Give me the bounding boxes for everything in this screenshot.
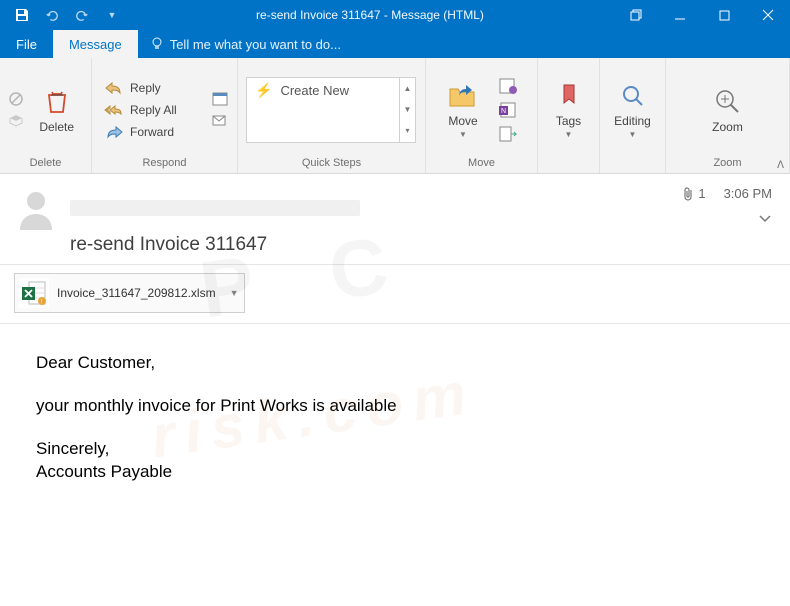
junk-icon[interactable] <box>8 113 24 129</box>
avatar <box>14 186 58 230</box>
paperclip-icon <box>682 187 694 201</box>
lightbulb-icon <box>150 37 164 51</box>
ribbon-tabs: File Message Tell me what you want to do… <box>0 30 790 58</box>
forward-icon <box>104 124 124 140</box>
minimize-button[interactable] <box>658 0 702 30</box>
body-greeting: Dear Customer, <box>36 352 754 375</box>
group-label-move: Move <box>434 157 529 171</box>
editing-button[interactable]: Editing ▼ <box>608 78 657 141</box>
onenote-icon[interactable]: N <box>498 101 518 119</box>
redo-button[interactable] <box>68 1 96 29</box>
lightning-icon: ⚡ <box>255 82 272 99</box>
collapse-ribbon-icon[interactable]: ᐱ <box>777 160 784 171</box>
reply-all-icon <box>104 102 124 118</box>
maximize-button[interactable] <box>702 0 746 30</box>
window-title: re-send Invoice 311647 - Message (HTML) <box>126 8 614 22</box>
attachment-indicator: 1 <box>682 186 705 201</box>
rules-icon[interactable] <box>498 77 518 95</box>
group-move: Move ▼ N Move <box>426 58 538 173</box>
qat-dropdown[interactable]: ▼ <box>98 1 126 29</box>
body-signature: Accounts Payable <box>36 461 754 484</box>
save-button[interactable] <box>8 1 36 29</box>
gallery-down[interactable]: ▼ <box>400 99 415 120</box>
excel-icon: ! <box>19 278 49 308</box>
gallery-more[interactable]: ▾ <box>400 120 415 141</box>
title-bar: ▼ re-send Invoice 311647 - Message (HTML… <box>0 0 790 30</box>
message-header: re-send Invoice 311647 1 3:06 PM <box>0 174 790 265</box>
body-line: your monthly invoice for Print Works is … <box>36 395 754 418</box>
attachment-dropdown-icon[interactable]: ▼ <box>224 288 239 298</box>
attachment-item[interactable]: ! Invoice_311647_209812.xlsm ▼ <box>14 273 245 313</box>
expand-header-icon[interactable] <box>758 214 772 224</box>
quick-access-toolbar: ▼ <box>0 1 126 29</box>
more-respond-icon[interactable] <box>211 113 229 131</box>
gallery-up[interactable]: ▲ <box>400 78 415 99</box>
forward-button[interactable]: Forward <box>100 121 205 143</box>
zoom-button[interactable]: Zoom <box>699 84 757 136</box>
reply-all-button[interactable]: Reply All <box>100 99 205 121</box>
window-controls <box>614 0 790 30</box>
actions-icon[interactable] <box>498 125 518 143</box>
group-respond: Reply Reply All Forward Respond <box>92 58 238 173</box>
group-editing: Editing ▼ <box>600 58 666 173</box>
group-tags: Tags ▼ <box>538 58 600 173</box>
undo-button[interactable] <box>38 1 66 29</box>
tab-file[interactable]: File <box>0 30 53 58</box>
quick-steps-gallery[interactable]: ⚡ Create New ▲ ▼ ▾ <box>246 77 416 143</box>
group-label-respond: Respond <box>100 157 229 171</box>
group-label-quicksteps: Quick Steps <box>246 157 417 171</box>
quick-step-create-new[interactable]: ⚡ Create New <box>247 78 415 103</box>
svg-text:N: N <box>501 108 506 115</box>
ribbon: Delete Delete Reply Reply All Forward <box>0 58 790 174</box>
attachment-filename: Invoice_311647_209812.xlsm <box>57 286 216 300</box>
attachment-bar: ! Invoice_311647_209812.xlsm ▼ <box>0 265 790 324</box>
group-zoom: Zoom Zoom <box>666 58 790 173</box>
move-button[interactable]: Move ▼ <box>434 78 492 141</box>
tags-button[interactable]: Tags ▼ <box>546 78 591 141</box>
tell-me-placeholder: Tell me what you want to do... <box>170 37 341 52</box>
reply-button[interactable]: Reply <box>100 77 205 99</box>
tell-me-search[interactable]: Tell me what you want to do... <box>138 30 341 58</box>
group-label-zoom: Zoom <box>674 157 781 171</box>
meeting-icon[interactable] <box>211 89 229 107</box>
group-delete: Delete Delete <box>0 58 92 173</box>
delete-button[interactable]: Delete <box>30 84 83 136</box>
message-subject: re-send Invoice 311647 <box>70 234 772 256</box>
tab-message[interactable]: Message <box>53 30 138 58</box>
message-time: 3:06 PM <box>724 186 772 201</box>
from-address <box>70 200 360 216</box>
ignore-icon[interactable] <box>8 91 24 107</box>
group-label-delete: Delete <box>8 157 83 171</box>
group-quick-steps: ⚡ Create New ▲ ▼ ▾ Quick Steps <box>238 58 426 173</box>
body-closing: Sincerely, <box>36 438 754 461</box>
close-button[interactable] <box>746 0 790 30</box>
message-body: Dear Customer, your monthly invoice for … <box>0 324 790 512</box>
reply-icon <box>104 80 124 96</box>
restore-up-icon[interactable] <box>614 0 658 30</box>
